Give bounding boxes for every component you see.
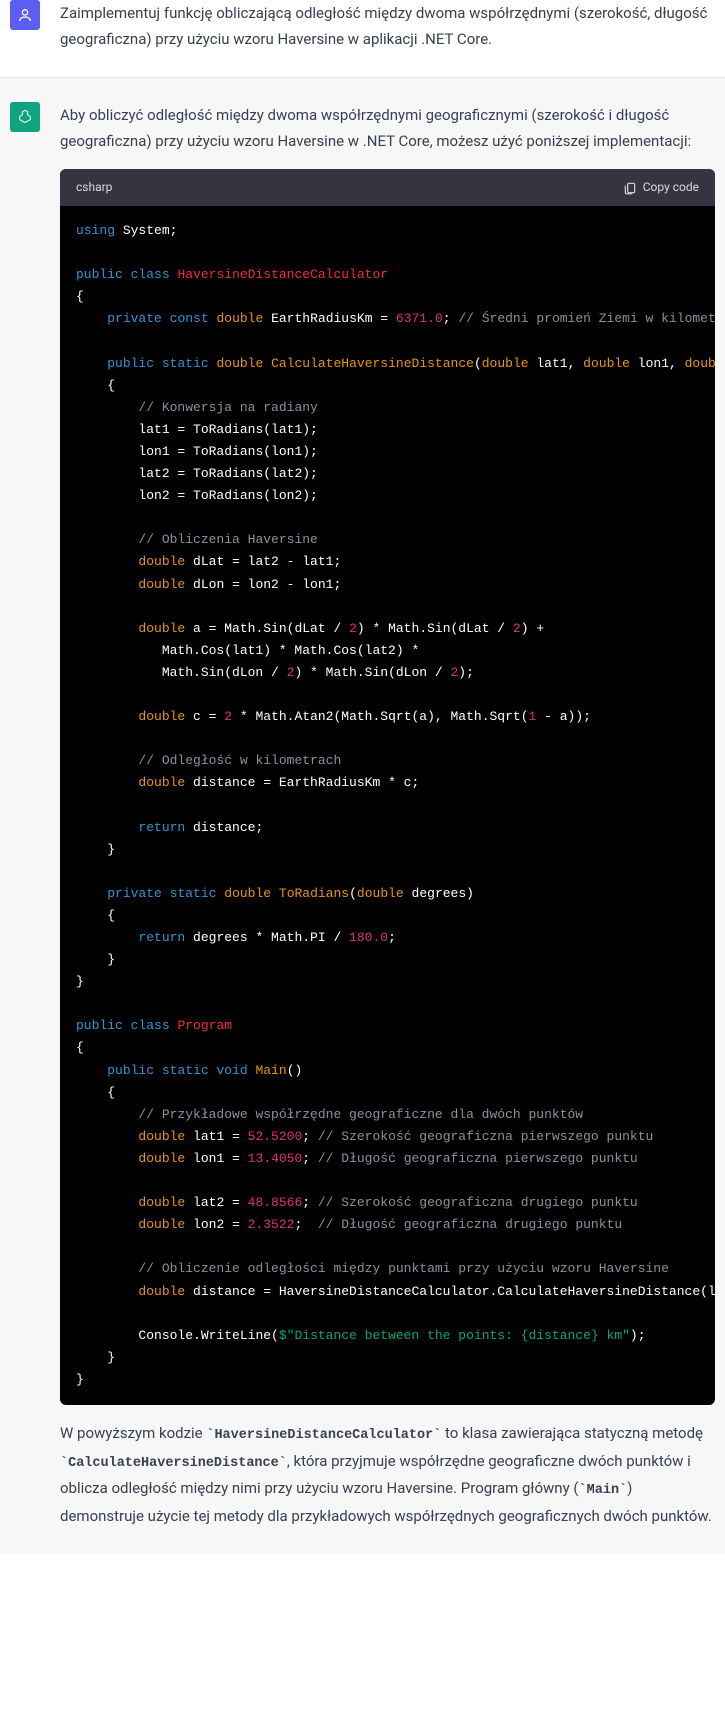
code-language-label: csharp [76,177,112,198]
assistant-message: Aby obliczyć odległość między dwoma wspó… [0,77,725,1554]
code-header: csharp Copy code [60,169,715,206]
copy-code-button[interactable]: Copy code [623,177,699,198]
person-icon [17,7,33,23]
assistant-intro: Aby obliczyć odległość między dwoma wspó… [60,102,715,155]
code-scroll[interactable]: using System; public class HaversineDist… [60,206,715,1405]
code-content: using System; public class HaversineDist… [60,206,715,1405]
user-message: Zaimplementuj funkcję obliczającą odległ… [0,0,725,77]
copy-code-label: Copy code [643,177,699,198]
user-message-content: Zaimplementuj funkcję obliczającą odległ… [60,0,715,53]
user-avatar [10,0,40,30]
inline-code: `CalculateHaversineDistance` [60,1456,287,1471]
code-block: csharp Copy code using System; public cl… [60,169,715,1405]
clipboard-icon [623,181,637,195]
user-text: Zaimplementuj funkcję obliczającą odległ… [60,0,715,53]
assistant-outro: W powyższym kodzie `HaversineDistanceCal… [60,1420,715,1529]
inline-code: `HaversineDistanceCalculator` [206,1428,441,1443]
assistant-avatar [10,102,40,132]
inline-code: `Main` [579,1483,628,1498]
assistant-message-content: Aby obliczyć odległość między dwoma wspó… [60,102,715,1530]
openai-icon [17,109,33,125]
